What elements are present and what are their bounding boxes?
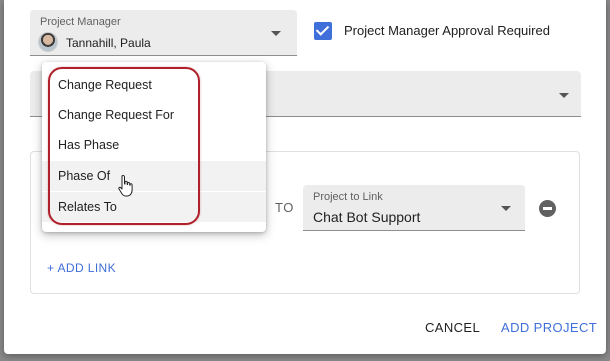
project-to-link-select[interactable]: Project to Link Chat Bot Support xyxy=(303,185,525,231)
approval-required-checkbox[interactable] xyxy=(314,22,332,40)
menu-item-change-request[interactable]: Change Request xyxy=(42,70,266,100)
menu-item-change-request-for[interactable]: Change Request For xyxy=(42,100,266,130)
remove-circle-icon[interactable] xyxy=(539,200,556,217)
add-link-button[interactable]: + ADD LINK xyxy=(47,261,116,275)
menu-item-phase-of[interactable]: Phase Of xyxy=(42,161,266,191)
menu-item-has-phase[interactable]: Has Phase xyxy=(42,130,266,160)
chevron-down-icon[interactable] xyxy=(559,93,569,98)
project-to-link-value: Chat Bot Support xyxy=(313,209,421,225)
project-manager-value: Tannahill, Paula xyxy=(66,36,151,50)
cancel-button[interactable]: CANCEL xyxy=(425,320,480,335)
avatar xyxy=(38,32,58,52)
project-manager-select[interactable]: Project Manager Tannahill, Paula xyxy=(30,10,297,56)
to-label: TO xyxy=(275,200,294,215)
chevron-down-icon[interactable] xyxy=(501,206,511,211)
hand-pointer-icon xyxy=(118,174,133,197)
menu-item-relates-to[interactable]: Relates To xyxy=(42,192,266,222)
approval-required-label[interactable]: Project Manager Approval Required xyxy=(344,23,550,38)
project-to-link-label: Project to Link xyxy=(313,191,383,203)
link-type-menu: Change Request Change Request For Has Ph… xyxy=(42,62,266,232)
chevron-down-icon[interactable] xyxy=(271,31,281,36)
add-project-button[interactable]: ADD PROJECT xyxy=(501,320,597,335)
project-manager-label: Project Manager xyxy=(40,16,121,28)
